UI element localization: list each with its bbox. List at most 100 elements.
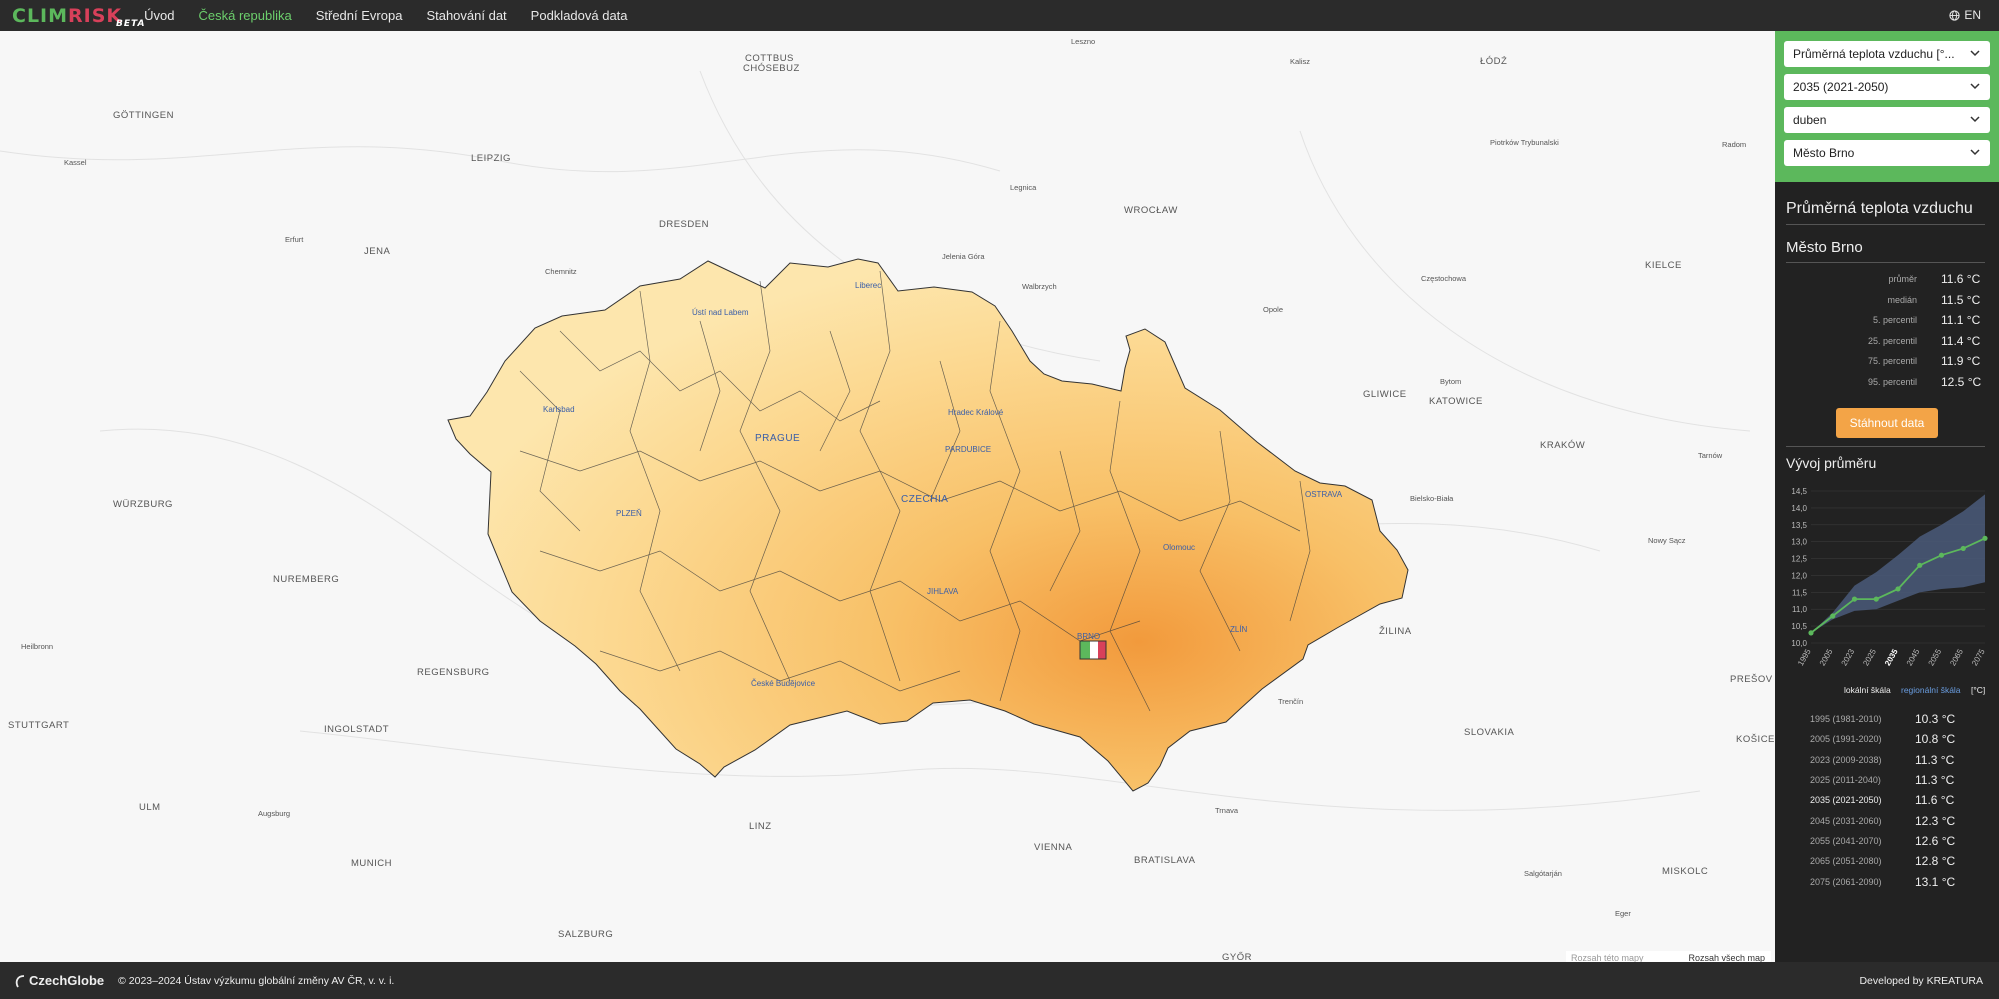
period-value: 10.3 °C xyxy=(1915,712,1956,727)
map-label: BRATISLAVA xyxy=(1134,855,1196,866)
stat-row: 95. percentil 12.5 °C xyxy=(1775,372,1999,393)
y-tick-label: 14,5 xyxy=(1791,487,1807,496)
map-label: Trenčín xyxy=(1278,697,1304,706)
region-select[interactable]: Město Brno xyxy=(1784,140,1990,166)
data-point xyxy=(1873,596,1879,602)
language-label: EN xyxy=(1964,8,1981,22)
nav-item-stahovani-dat[interactable]: Stahování dat xyxy=(426,8,506,23)
map-label: ŁÓDŹ xyxy=(1480,56,1508,67)
nav-item-podkladova-data[interactable]: Podkladová data xyxy=(531,8,628,23)
map-label: MISKOLC xyxy=(1662,866,1709,877)
map-label: Jelenia Góra xyxy=(942,252,985,261)
map-label: Hradec Králové xyxy=(948,408,1004,417)
period-select[interactable]: 2035 (2021-2050) xyxy=(1784,74,1990,100)
scale-regional-option[interactable]: regionální škála xyxy=(1901,685,1961,695)
period-row: 2025 (2011-2040) 11.3 °C xyxy=(1775,770,1999,790)
data-point xyxy=(1808,630,1814,636)
y-tick-label: 11,5 xyxy=(1792,588,1808,597)
period-row: 2075 (2061-2090) 13.1 °C xyxy=(1775,871,1999,891)
x-tick-label: 2005 xyxy=(1818,647,1835,667)
map-label: MUNICH xyxy=(351,858,392,869)
x-tick-label: 2055 xyxy=(1927,647,1944,667)
map-label: Radom xyxy=(1722,140,1747,149)
nav-item-stredni-evropa[interactable]: Střední Evropa xyxy=(316,8,403,23)
period-value: 10.8 °C xyxy=(1915,732,1956,747)
map-label: PREŠOV xyxy=(1730,674,1773,685)
language-switch[interactable]: EN xyxy=(1949,8,1981,22)
map-label: Salgótarján xyxy=(1524,869,1562,878)
map-label: Legnica xyxy=(1010,183,1037,192)
period-label: 2025 (2011-2040) xyxy=(1810,775,1881,786)
stat-row: 5. percentil 11.1 °C xyxy=(1775,310,1999,331)
map-label: Nowy Sącz xyxy=(1648,536,1686,545)
beta-badge: BETA xyxy=(116,18,146,29)
map-label: ZLÍN xyxy=(1230,625,1248,634)
nav-item-uvod[interactable]: Úvod xyxy=(144,8,174,23)
period-label: 2055 (2041-2070) xyxy=(1810,835,1882,846)
map-label: Piotrków Trybunalski xyxy=(1490,138,1559,147)
map-label: LINZ xyxy=(749,821,772,832)
scale-local-option[interactable]: lokální škála xyxy=(1844,685,1891,695)
footer-developer[interactable]: Developed by KREATURA xyxy=(1859,975,1983,987)
period-row: 2055 (2041-2070) 12.6 °C xyxy=(1775,831,1999,851)
brno-selection-marker xyxy=(1079,640,1107,660)
stat-label: 25. percentil xyxy=(1867,335,1917,346)
map-label: KOŠICE xyxy=(1736,734,1775,745)
czechia-region-map xyxy=(447,258,1409,792)
map-label: JENA xyxy=(364,246,391,257)
map-label: GÖTTINGEN xyxy=(113,110,174,121)
period-row: 1995 (1981-2010) 10.3 °C xyxy=(1775,709,1999,729)
panel-title: Průměrná teplota vzduchu xyxy=(1786,200,1985,225)
map-label: Opole xyxy=(1263,305,1284,314)
divider xyxy=(1786,446,1985,447)
map-label: Kalisz xyxy=(1290,57,1311,66)
map-label: ULM xyxy=(139,802,161,813)
footer: CzechGlobe © 2023–2024 Ústav výzkumu glo… xyxy=(0,962,1999,999)
legend-local-range-label: Rozsah této mapy xyxy=(1571,953,1644,962)
map-label: INGOLSTADT xyxy=(324,724,389,735)
map-label: VIENNA xyxy=(1034,842,1073,853)
month-select[interactable]: duben xyxy=(1784,107,1990,133)
data-point xyxy=(1938,552,1945,558)
chevron-down-icon xyxy=(1970,149,1980,156)
climrisk-logo[interactable]: CLIMRISK BETA xyxy=(12,4,144,29)
map-label: PARDUBICE xyxy=(945,445,992,454)
stat-row: 25. percentil 11.4 °C xyxy=(1775,331,1999,352)
stat-label: medián xyxy=(1887,294,1917,305)
map-label: Eger xyxy=(1615,909,1631,918)
map-label: České Budějovice xyxy=(751,679,816,688)
period-label: 2035 (2021-2050) xyxy=(1810,795,1882,806)
stat-value: 11.6 °C xyxy=(1941,272,1981,287)
map-label: BRNO xyxy=(1077,632,1101,641)
map-label: KATOWICE xyxy=(1429,396,1483,407)
period-label: 2023 (2009-2038) xyxy=(1810,754,1882,765)
map-label: SLOVAKIA xyxy=(1464,727,1515,738)
period-value: 11.3 °C xyxy=(1915,752,1955,767)
download-data-button[interactable]: Stáhnout data xyxy=(1836,408,1938,438)
period-value: 12.6 °C xyxy=(1915,833,1956,848)
map-label: REGENSBURG xyxy=(417,667,490,678)
nav-item-ceska-republika[interactable]: Česká republika xyxy=(199,8,292,23)
stats-table: průměr 11.6 °C medián 11.5 °C 5. percentil… xyxy=(1775,269,1999,392)
controls-box: Průměrná teplota vzduchu [°... 2035 (202… xyxy=(1775,31,1999,182)
chevron-down-icon xyxy=(1970,116,1980,123)
map-label: SALZBURG xyxy=(558,929,614,940)
map-label: NUREMBERG xyxy=(273,574,340,585)
period-row: 2005 (1991-2020) 10.8 °C xyxy=(1775,729,1999,749)
logo-text-clim: CLIM xyxy=(12,4,69,27)
stat-label: 5. percentil xyxy=(1872,315,1917,326)
variable-select[interactable]: Průměrná teplota vzduchu [°... xyxy=(1784,41,1990,67)
y-tick-label: 11,0 xyxy=(1792,605,1808,614)
period-label: 1995 (1981-2010) xyxy=(1810,714,1882,725)
map-area[interactable]: GÖTTINGEN Kassel LEIPZIG COTTBUS CHÓSEBU… xyxy=(0,31,1775,962)
map-legend: Rozsah této mapy Rozsah všech map °C -7 … xyxy=(1566,951,1771,962)
chevron-down-icon xyxy=(1970,83,1980,90)
map-label: Tarnów xyxy=(1698,451,1723,460)
chevron-down-icon xyxy=(1970,50,1980,57)
period-value: 12.8 °C xyxy=(1915,854,1956,869)
x-tick-label: 1995 xyxy=(1796,647,1813,667)
y-tick-label: 13,5 xyxy=(1791,521,1807,530)
variable-select-value: Průměrná teplota vzduchu [°... xyxy=(1793,47,1955,61)
czechglobe-logo[interactable]: CzechGlobe xyxy=(14,973,104,988)
period-row: 2023 (2009-2038) 11.3 °C xyxy=(1775,750,1999,770)
